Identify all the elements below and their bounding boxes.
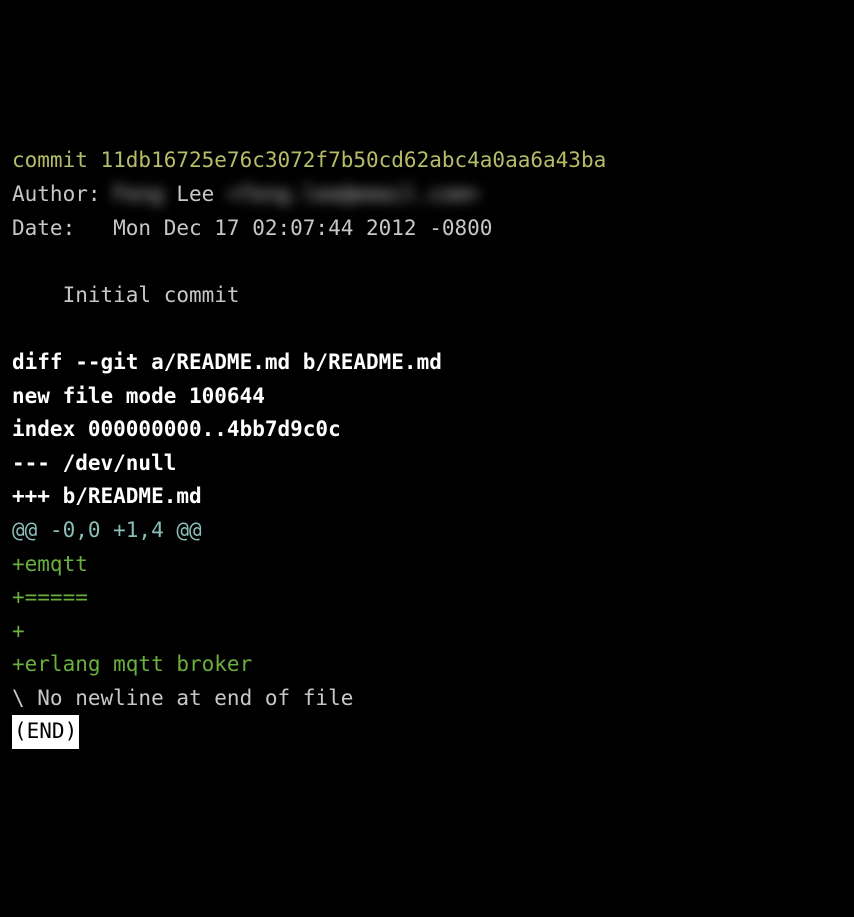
diff-header-line: diff --git a/README.md b/README.md bbox=[12, 350, 442, 374]
diff-added-line: + bbox=[12, 619, 25, 643]
author-line: Author: Feng Lee <feng.lee@email.com> bbox=[12, 182, 480, 206]
diff-old-file: --- /dev/null bbox=[12, 451, 176, 475]
diff-added-line: +===== bbox=[12, 585, 88, 609]
diff-new-file: +++ b/README.md bbox=[12, 484, 202, 508]
commit-hash-line: commit 11db16725e76c3072f7b50cd62abc4a0a… bbox=[12, 148, 606, 172]
commit-message: Initial commit bbox=[12, 283, 240, 307]
diff-mode-line: new file mode 100644 bbox=[12, 384, 265, 408]
pager-end-marker[interactable]: (END) bbox=[12, 715, 79, 749]
terminal-output: commit 11db16725e76c3072f7b50cd62abc4a0a… bbox=[12, 144, 842, 749]
date-line: Date: Mon Dec 17 02:07:44 2012 -0800 bbox=[12, 216, 492, 240]
diff-index-line: index 000000000..4bb7d9c0c bbox=[12, 417, 341, 441]
diff-added-line: +emqtt bbox=[12, 552, 88, 576]
hunk-header: @@ -0,0 +1,4 @@ bbox=[12, 518, 202, 542]
diff-no-newline: \ No newline at end of file bbox=[12, 686, 353, 710]
diff-added-line: +erlang mqtt broker bbox=[12, 652, 252, 676]
